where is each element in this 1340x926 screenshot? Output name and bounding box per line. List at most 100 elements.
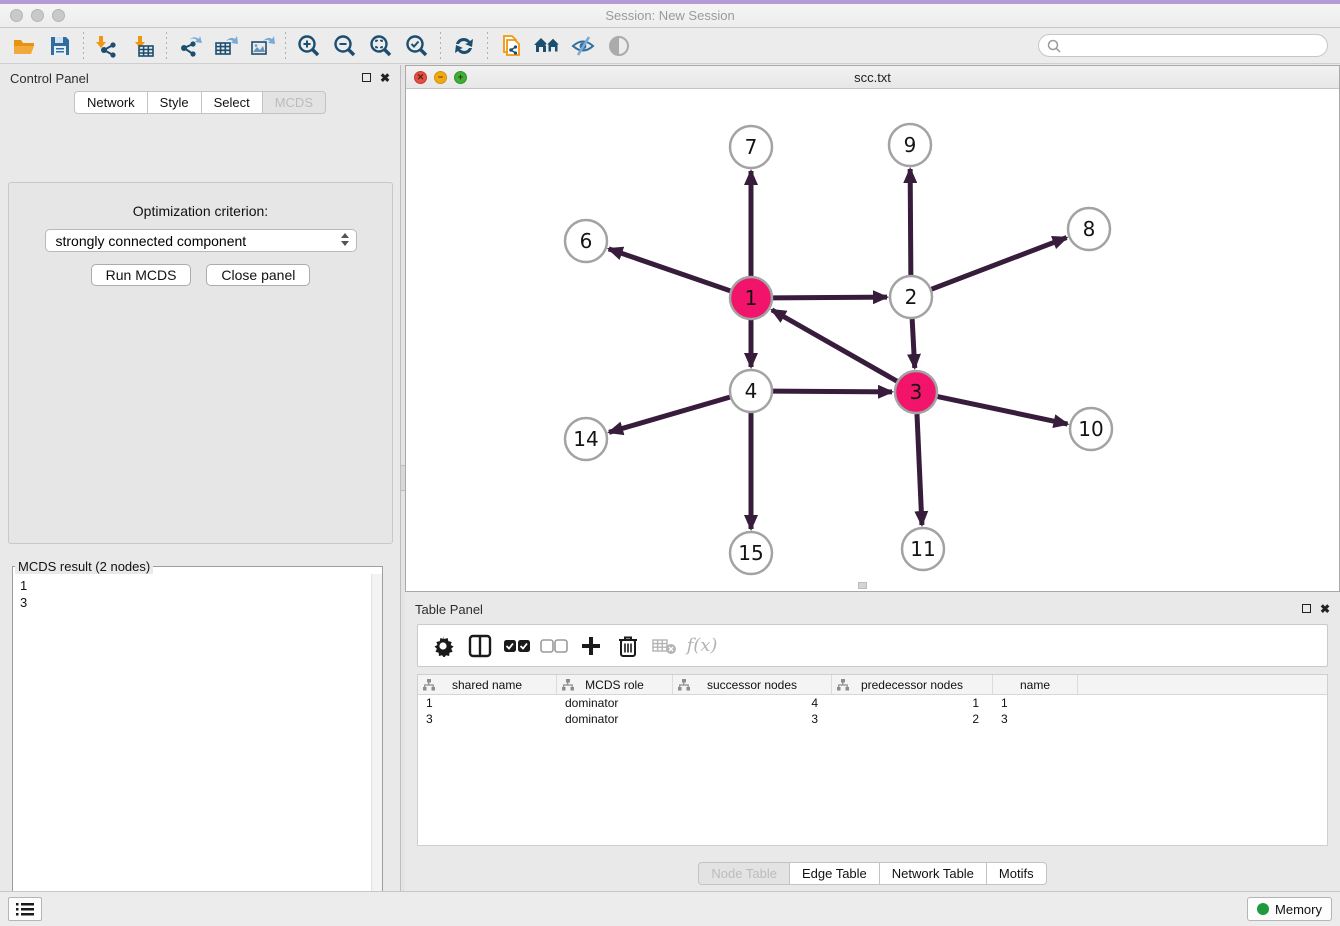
network-graph[interactable]: 7 9 6 8 1 2 4 3 14 10 15 11 [406,89,1339,591]
network-minimize-icon[interactable]: − [434,71,447,84]
export-image-icon[interactable] [244,31,280,61]
zoom-in-icon[interactable] [291,31,327,61]
uncheck-all-icon[interactable] [539,631,569,661]
edge-3-11[interactable] [917,414,922,525]
network-close-icon[interactable]: ✕ [414,71,427,84]
node-15[interactable]: 15 [730,532,772,574]
table-row[interactable]: 3dominator323 [418,711,1327,727]
column-layout-icon[interactable] [465,631,495,661]
canvas-resize-grip[interactable] [858,582,867,589]
save-floppy-icon[interactable] [42,31,78,61]
result-scrollbar[interactable] [371,574,382,926]
import-network-icon[interactable] [89,31,125,61]
column-header-shared-name[interactable]: shared name [418,675,557,694]
node-9[interactable]: 9 [889,124,931,166]
node-10[interactable]: 10 [1070,408,1112,450]
tab-network[interactable]: Network [74,91,147,114]
tab-mcds[interactable]: MCDS [262,91,326,114]
float-table-panel-icon[interactable] [1302,603,1311,615]
column-header-predecessor-nodes[interactable]: predecessor nodes [832,675,993,694]
gear-icon[interactable] [428,631,458,661]
node-3[interactable]: 3 [895,371,937,413]
close-window-button[interactable] [10,9,23,22]
zoom-selected-icon[interactable] [399,31,435,61]
edge-3-10[interactable] [938,397,1068,424]
table-cell[interactable]: 4 [673,695,832,711]
table-cell[interactable]: 1 [993,695,1078,711]
column-header-name[interactable]: name [993,675,1078,694]
network-canvas[interactable]: 7 9 6 8 1 2 4 3 14 10 15 11 [406,89,1339,591]
table-cell[interactable]: 3 [418,711,557,727]
table-row[interactable]: 1dominator411 [418,695,1327,711]
node-1[interactable]: 1 [730,277,772,319]
node-11[interactable]: 11 [902,528,944,570]
node-2[interactable]: 2 [890,276,932,318]
table-cell[interactable]: 2 [832,711,993,727]
refresh-icon[interactable] [446,31,482,61]
session-title: Session: New Session [0,4,1340,28]
open-folder-icon[interactable] [6,31,42,61]
eye-icon[interactable] [601,31,637,61]
tab-select[interactable]: Select [201,91,262,114]
node-6[interactable]: 6 [565,220,607,262]
tab-style[interactable]: Style [147,91,201,114]
automation-list-button[interactable] [8,897,42,921]
trash-icon[interactable] [613,631,643,661]
table-cell[interactable]: 1 [418,695,557,711]
window-top-edge [0,0,1340,4]
close-table-panel-icon[interactable]: ✖ [1320,603,1330,615]
export-network-icon[interactable] [172,31,208,61]
edge-2-3[interactable] [912,319,915,368]
table-cell[interactable]: 3 [993,711,1078,727]
column-header-successor-nodes[interactable]: successor nodes [673,675,832,694]
mcds-result-list[interactable]: 1 3 [13,574,382,926]
search-field[interactable] [1038,34,1328,57]
zoom-window-button[interactable] [52,9,65,22]
status-bar: Memory [0,891,1340,926]
add-column-icon[interactable] [576,631,606,661]
zoom-out-icon[interactable] [327,31,363,61]
table-cell[interactable]: 3 [673,711,832,727]
table-tab-motifs[interactable]: Motifs [986,862,1047,885]
table-tab-network-table[interactable]: Network Table [879,862,986,885]
import-table-icon[interactable] [125,31,161,61]
table-cell[interactable]: dominator [557,711,673,727]
edge-4-3[interactable] [773,391,892,392]
window-controls[interactable] [10,9,65,22]
run-mcds-button[interactable]: Run MCDS [91,264,192,286]
clone-network-icon[interactable] [493,31,529,61]
edge-2-8[interactable] [932,238,1067,290]
search-input[interactable] [1066,39,1319,53]
edge-2-9[interactable] [910,169,911,275]
mcds-tab-content: Optimization criterion: strongly connect… [8,182,393,544]
close-panel-button[interactable]: Close panel [206,264,310,286]
houses-icon[interactable] [529,31,565,61]
node-7[interactable]: 7 [730,126,772,168]
table-header-row: shared nameMCDS rolesuccessor nodesprede… [418,675,1327,695]
edge-1-6[interactable] [609,249,731,291]
column-header-mcds-role[interactable]: MCDS role [557,675,673,694]
network-maximize-icon[interactable]: + [454,71,467,84]
node-14[interactable]: 14 [565,418,607,460]
criterion-select[interactable]: strongly connected component [45,229,357,252]
edge-1-2[interactable] [773,297,887,298]
table-tab-edge-table[interactable]: Edge Table [789,862,879,885]
table-tab-node-table[interactable]: Node Table [698,862,789,885]
edge-4-14[interactable] [609,397,730,432]
table-cell[interactable]: 1 [832,695,993,711]
table-panel-title: Table Panel [415,602,1293,617]
memory-button[interactable]: Memory [1247,897,1332,921]
eye-slash-icon[interactable] [565,31,601,61]
zoom-fit-icon[interactable] [363,31,399,61]
minimize-window-button[interactable] [31,9,44,22]
check-all-icon[interactable] [502,631,532,661]
edge-3-1[interactable] [772,310,897,381]
float-panel-icon[interactable] [362,72,371,84]
node-4[interactable]: 4 [730,370,772,412]
table-cell[interactable]: dominator [557,695,673,711]
close-panel-icon[interactable]: ✖ [380,72,390,84]
svg-text:6: 6 [580,229,593,253]
export-table-icon[interactable] [208,31,244,61]
node-8[interactable]: 8 [1068,208,1110,250]
network-window-titlebar[interactable]: ✕ − + scc.txt [406,66,1339,89]
